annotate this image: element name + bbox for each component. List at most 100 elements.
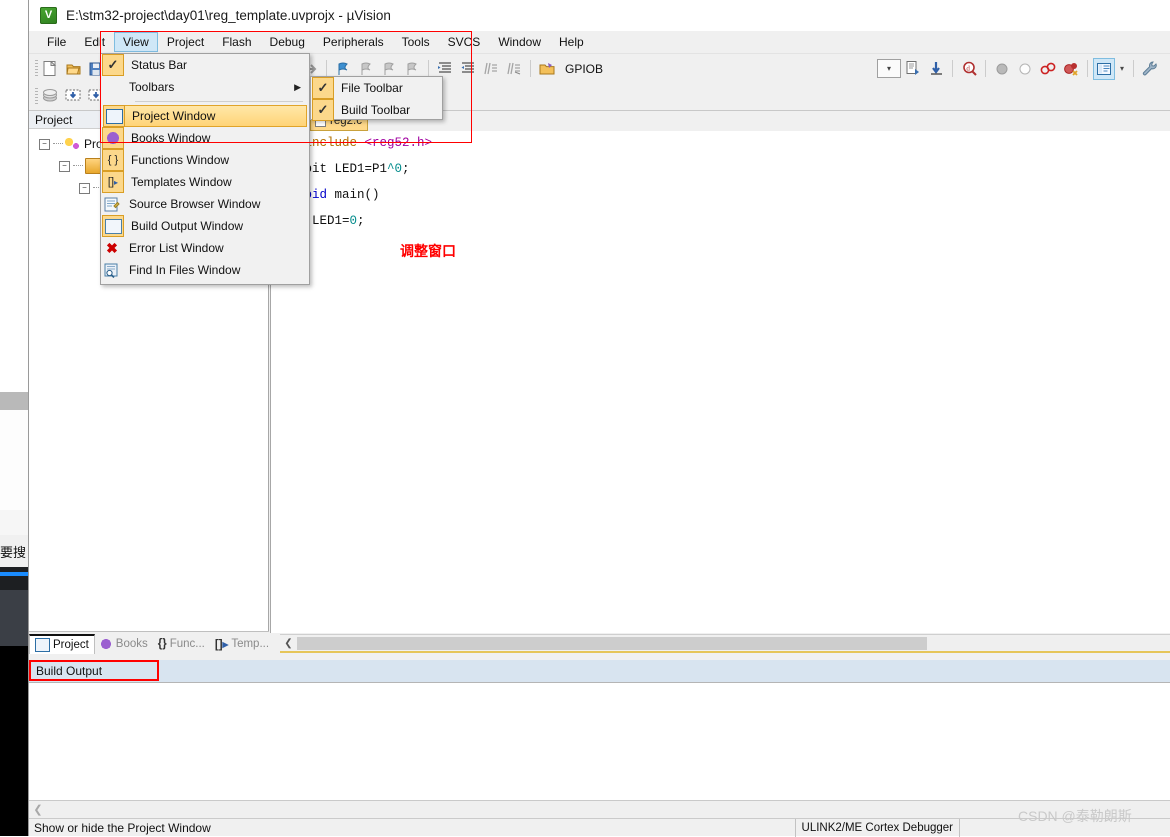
books-tab-icon [99,637,113,650]
code-line[interactable]: 7 LED1=0; [271,215,1131,228]
menu-edit[interactable]: Edit [75,32,114,52]
code-content[interactable]: 1#include <reg52.h>23sbit LED1=P1^0;45vo… [271,137,1131,241]
menu-help[interactable]: Help [550,32,593,52]
svg-text:d: d [966,64,970,72]
tab-books[interactable]: Books [95,634,153,654]
tab-functions[interactable]: {} Func... [153,634,210,654]
comment-icon[interactable] [480,58,502,80]
menu-tools[interactable]: Tools [393,32,439,52]
menu-item-toolbars[interactable]: Toolbars ▶ [101,76,309,98]
tab-templates[interactable]: []▸ Temp... [210,633,274,655]
menu-item-functions-window[interactable]: { } Functions Window [101,149,309,171]
title-bar: E:\stm32-project\day01\reg_template.uvpr… [29,0,1170,31]
background-search-text: 要搜 [0,535,28,567]
menu-svcs[interactable]: SVCS [439,32,490,52]
scrollbar-thumb[interactable] [297,636,927,650]
background-window-titlebar [0,392,28,411]
uvision-logo-icon [40,7,57,24]
toolbar-separator [326,60,327,77]
code-line[interactable]: 4 [271,176,1131,189]
find-in-files-icon[interactable]: d [958,58,980,80]
build-output-title[interactable]: Build Output [29,660,159,681]
code-line[interactable]: 6{ [271,202,1131,215]
tab-project[interactable]: Project [29,633,95,654]
code-token: 0 [394,162,403,176]
menu-item-label: Toolbars [129,80,175,94]
scroll-left-arrow-icon[interactable]: ❮ [280,635,297,652]
breakpoint-icon[interactable] [991,58,1013,80]
code-line[interactable]: 1#include <reg52.h> [271,137,1131,150]
submenu-item-build-toolbar[interactable]: ✓ Build Toolbar [311,99,442,121]
toolbar-grip[interactable] [35,87,38,105]
background-black-panel [0,646,28,836]
toolbar-separator [985,60,986,77]
menu-item-templates-window[interactable]: [] ▸ Templates Window [101,171,309,193]
menu-view[interactable]: View [114,32,158,52]
menu-item-label: Templates Window [131,175,232,189]
dropdown-arrow-icon[interactable]: ▾ [1116,58,1128,80]
project-root-icon [65,137,80,151]
toolbar-separator [1133,60,1134,77]
scroll-left-arrow-icon[interactable]: ❮ [29,801,47,818]
menu-item-build-output-window[interactable]: Build Output Window [101,215,309,237]
menu-debug[interactable]: Debug [261,32,314,52]
submenu-item-file-toolbar[interactable]: ✓ File Toolbar [311,77,442,99]
menu-item-status-bar[interactable]: ✓ Status Bar [101,54,309,76]
toolbar-grip[interactable] [35,60,38,77]
code-line[interactable]: 3sbit LED1=P1^0; [271,163,1131,176]
menu-flash[interactable]: Flash [213,32,260,52]
toolbar-separator [530,60,531,77]
open-file-icon[interactable] [62,58,84,80]
configure-icon[interactable] [1139,58,1161,80]
rebuild-icon[interactable] [62,85,84,107]
download-flash-icon[interactable] [925,58,947,80]
menu-file[interactable]: File [38,32,75,52]
toolbars-submenu[interactable]: ✓ File Toolbar ✓ Build Toolbar [310,76,443,121]
uncomment-icon[interactable] [503,58,525,80]
outdent-icon[interactable] [457,58,479,80]
status-hint-text: Show or hide the Project Window [34,820,211,835]
menu-item-label: Find In Files Window [129,263,241,277]
templates-icon: [] ▸ [102,171,124,193]
build-output-content[interactable] [29,682,1170,800]
project-window-toggle-icon[interactable] [1093,57,1115,80]
checkmark-icon: ✓ [312,99,334,121]
menu-item-find-in-files-window[interactable]: Find In Files Window [101,259,309,281]
menu-item-error-list-window[interactable]: ✖ Error List Window [101,237,309,259]
tree-expander[interactable]: − [79,182,90,194]
menu-bar[interactable]: File Edit View Project Flash Debug Peripherals… [29,31,1170,53]
code-line[interactable]: 8} [271,228,1131,241]
target-combo-icon[interactable]: ▾ [877,59,901,78]
menu-peripherals[interactable]: Peripherals [314,32,393,52]
new-file-icon[interactable] [39,58,61,80]
kill-breakpoints-icon[interactable] [1037,58,1059,80]
scrollbar-track[interactable] [927,636,1170,650]
build-output-icon [102,215,124,237]
target-options-icon[interactable] [536,58,558,80]
build-output-scrollbar[interactable]: ❮ [29,800,1170,818]
code-line[interactable]: 5void main() [271,189,1131,202]
annotation-text: 调整窗口 [400,243,456,259]
editor-bottom-accent [280,651,1170,653]
menu-item-project-window[interactable]: Project Window [103,105,307,127]
tree-expander[interactable]: − [59,160,70,172]
menu-project[interactable]: Project [158,32,213,52]
menu-item-label: Books Window [131,131,211,145]
menu-window[interactable]: Window [489,32,550,52]
breakpoint-disabled-icon[interactable] [1014,58,1036,80]
menu-item-source-browser-window[interactable]: Source Browser Window [101,193,309,215]
background-window-row [0,510,28,536]
view-dropdown-menu[interactable]: ✓ Status Bar Toolbars ▶ Project Window B… [100,53,310,285]
load-file-icon[interactable] [902,58,924,80]
build-icon[interactable] [39,85,61,107]
target-selector-label[interactable]: GPIOB [565,62,603,76]
find-in-files-icon [102,260,122,280]
window-title: E:\stm32-project\day01\reg_template.uvpr… [66,8,391,23]
menu-item-label: Build Output Window [131,219,244,233]
editor-horizontal-scrollbar[interactable]: ❮ [280,634,1170,651]
project-panel-tabs[interactable]: Project Books {} Func... []▸ Temp... [29,631,269,655]
checkmark-icon: ✓ [102,54,124,76]
tree-expander[interactable]: − [39,138,50,150]
disable-breakpoints-icon[interactable] [1060,58,1082,80]
menu-item-books-window[interactable]: Books Window [101,127,309,149]
